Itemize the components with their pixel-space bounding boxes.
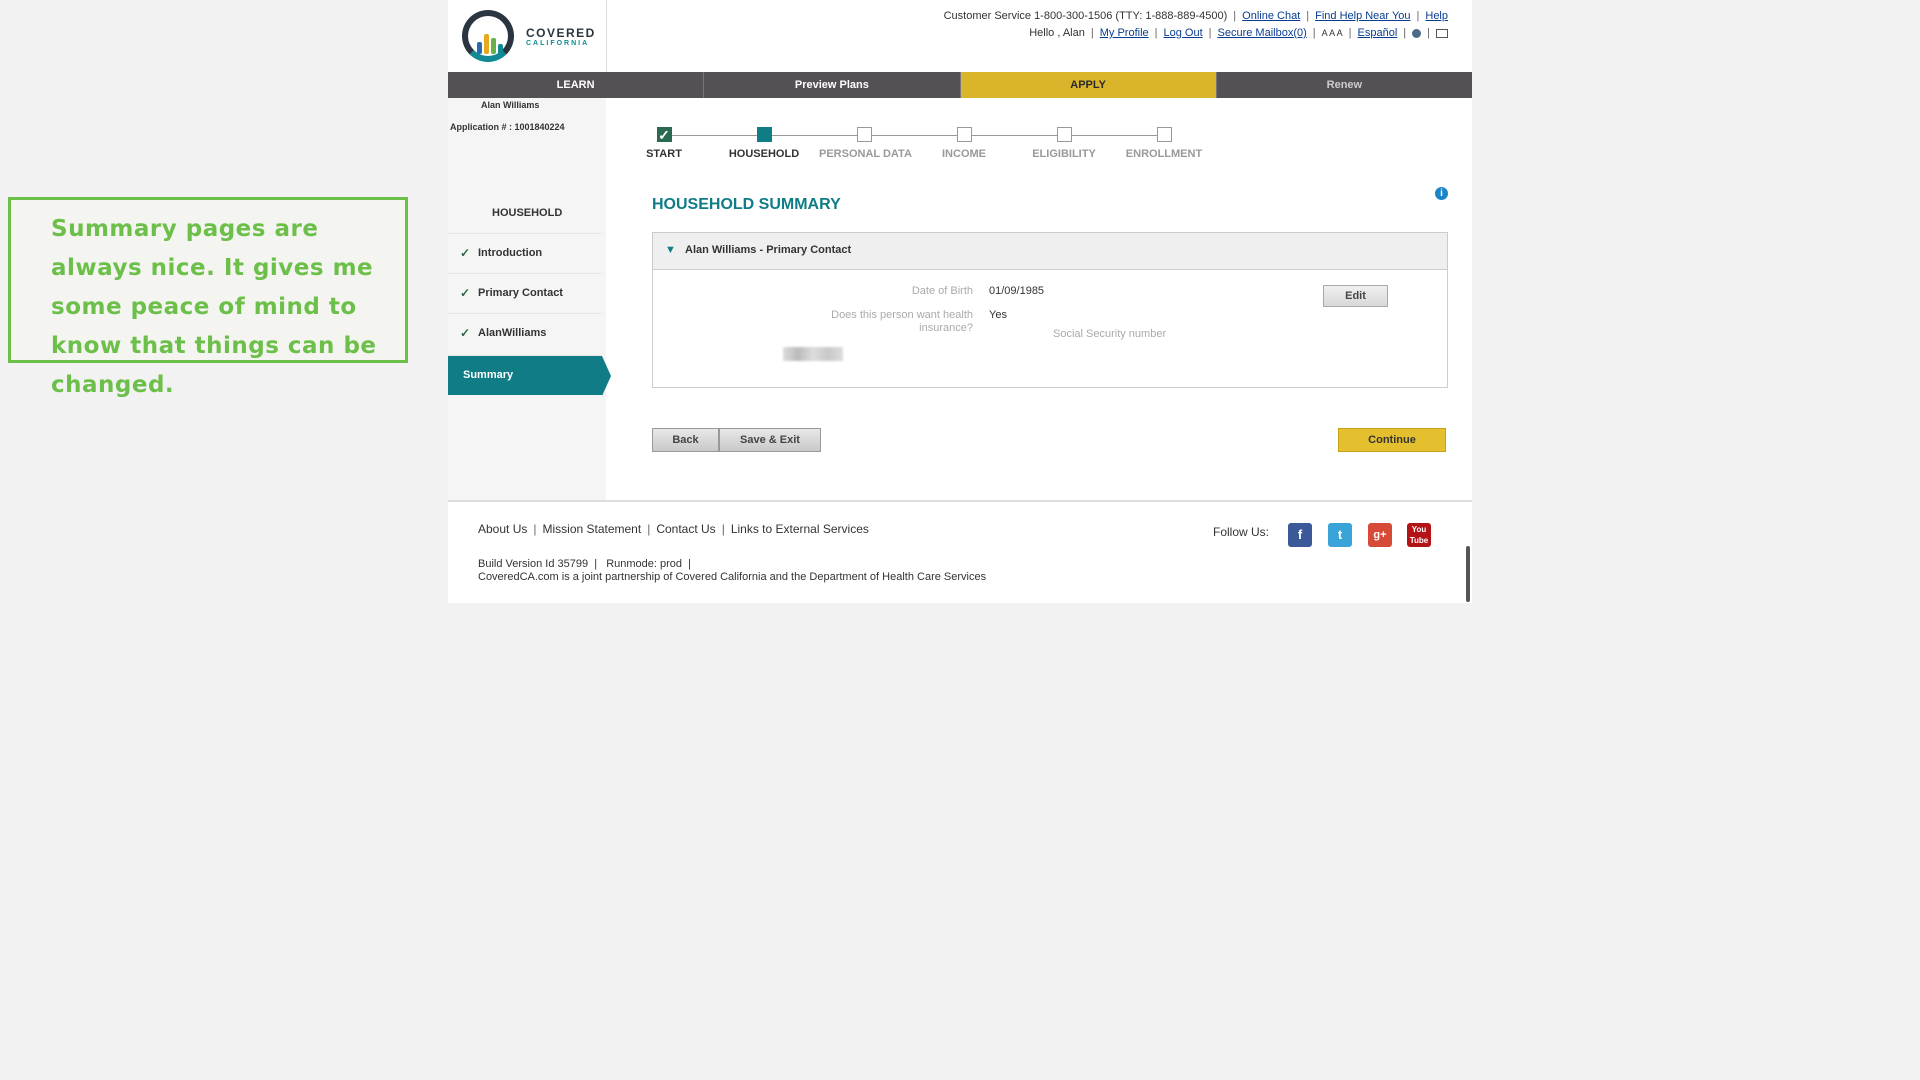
check-icon: ✓: [656, 127, 672, 143]
step-pending-box: [956, 127, 972, 142]
edit-button[interactable]: Edit: [1323, 285, 1388, 307]
page-title: HOUSEHOLD SUMMARY: [652, 196, 841, 213]
google-plus-icon[interactable]: g+: [1368, 523, 1392, 547]
primary-contact-panel: ▼ Alan Williams - Primary Contact Date o…: [652, 232, 1448, 388]
save-exit-button[interactable]: Save & Exit: [719, 428, 821, 452]
sidebar-item-summary[interactable]: Summary: [448, 355, 611, 396]
logo-text-california: CALIFORNIA: [526, 40, 590, 47]
sidebar-item-primary-contact[interactable]: ✓ Primary Contact: [448, 273, 602, 313]
annotation-note: Summary pages are always nice. It gives …: [8, 197, 408, 398]
nav-learn[interactable]: LEARN: [448, 72, 705, 98]
greeting-text: Hello , Alan: [1029, 27, 1085, 39]
step-current-box: [756, 127, 772, 142]
facebook-icon[interactable]: f: [1288, 523, 1312, 547]
nav-renew[interactable]: Renew: [1216, 72, 1472, 98]
chevron-down-icon: ▼: [665, 244, 676, 256]
follow-us-label: Follow Us:: [1213, 525, 1270, 539]
step-enrollment: ENROLLMENT: [1119, 127, 1209, 160]
sidebar-item-introduction[interactable]: ✓ Introduction: [448, 233, 602, 273]
about-us-link[interactable]: About Us: [478, 522, 527, 536]
online-chat-link[interactable]: Online Chat: [1242, 10, 1300, 22]
step-household: HOUSEHOLD: [719, 127, 809, 160]
sidebar-heading: HOUSEHOLD: [492, 207, 563, 219]
progress-tracker: ✓ START HOUSEHOLD PERSONAL DATA INCOME E…: [646, 127, 1250, 167]
panel-header[interactable]: ▼ Alan Williams - Primary Contact: [653, 233, 1447, 270]
external-services-link[interactable]: Links to External Services: [731, 522, 869, 536]
sidebar-item-label: Primary Contact: [478, 287, 563, 299]
partnership-text: CoveredCA.com is a joint partnership of …: [478, 571, 987, 583]
secure-mailbox-link[interactable]: Secure Mailbox(0): [1218, 27, 1307, 39]
step-start: ✓ START: [619, 127, 709, 160]
insurance-value: Yes: [989, 309, 1007, 321]
build-info: Build Version Id 35799 | Runmode: prod |…: [478, 558, 986, 584]
contact-us-link[interactable]: Contact Us: [656, 522, 715, 536]
ssn-value-redacted: [783, 347, 843, 361]
step-pending-box: [1156, 127, 1172, 142]
application-page: COVERED CALIFORNIA Customer Service 1-80…: [448, 0, 1472, 603]
step-pending-box: [1056, 127, 1072, 142]
sidebar-item-label: Introduction: [478, 247, 543, 259]
logo-text-covered: COVERED: [526, 26, 596, 40]
step-income: INCOME: [919, 127, 1009, 160]
sidebar-item-label: Summary: [463, 369, 514, 381]
find-help-link[interactable]: Find Help Near You: [1315, 10, 1410, 22]
applicant-name: Alan Williams: [481, 100, 540, 110]
step-personal-data: PERSONAL DATA: [819, 127, 912, 160]
globe-icon[interactable]: [1412, 28, 1422, 38]
help-link[interactable]: Help: [1425, 10, 1448, 22]
covered-california-logo[interactable]: COVERED CALIFORNIA: [448, 0, 607, 72]
step-label: INCOME: [942, 148, 986, 160]
step-label: ENROLLMENT: [1125, 148, 1203, 160]
step-pending-box: [856, 127, 872, 142]
step-label: START: [646, 148, 682, 160]
main-nav: LEARN Preview Plans APPLY Renew: [448, 72, 1472, 98]
continue-button[interactable]: Continue: [1338, 428, 1446, 452]
footer-links: About Us | Mission Statement | Contact Us | Li…: [478, 522, 869, 536]
logo-figures-icon: [477, 28, 503, 54]
build-version: Build Version Id 35799 | Runmode: prod |: [478, 558, 692, 570]
ssn-label: Social Security number: [1053, 328, 1167, 340]
info-icon[interactable]: i: [1435, 187, 1448, 200]
checkmark-icon: ✓: [460, 246, 471, 260]
scrollbar-thumb[interactable]: [1466, 546, 1470, 602]
espanol-link[interactable]: Español: [1358, 27, 1398, 39]
nav-preview-plans[interactable]: Preview Plans: [704, 72, 961, 98]
application-number: Application # : 1001840224: [450, 122, 565, 132]
my-profile-link[interactable]: My Profile: [1100, 27, 1149, 39]
text-size-control[interactable]: A A A: [1322, 28, 1343, 38]
insurance-label: Does this person want health insurance?: [831, 309, 973, 334]
dob-label: Date of Birth: [911, 285, 973, 297]
youtube-icon[interactable]: You Tube: [1407, 523, 1431, 547]
utility-bar: Customer Service 1-800-300-1506 (TTY: 1-…: [943, 10, 1448, 39]
step-label: HOUSEHOLD: [728, 148, 800, 160]
log-out-link[interactable]: Log Out: [1164, 27, 1203, 39]
footer: About Us | Mission Statement | Contact Us | Li…: [448, 500, 1472, 603]
sidebar-item-alanwilliams[interactable]: ✓ AlanWilliams: [448, 313, 602, 353]
nav-apply[interactable]: APPLY: [960, 72, 1217, 98]
sidebar-item-label: AlanWilliams: [478, 327, 547, 339]
dob-value: 01/09/1985: [989, 285, 1045, 297]
checkmark-icon: ✓: [460, 326, 471, 340]
annotation-text: Summary pages are always nice. It gives …: [51, 216, 377, 398]
back-button[interactable]: Back: [652, 428, 719, 452]
panel-title: Alan Williams - Primary Contact: [685, 244, 852, 256]
customer-service-text: Customer Service 1-800-300-1506 (TTY: 1-…: [943, 10, 1228, 22]
sidebar: Alan Williams Application # : 1001840224…: [448, 98, 611, 500]
mission-statement-link[interactable]: Mission Statement: [542, 522, 641, 536]
step-label: PERSONAL DATA: [819, 148, 912, 160]
checkmark-icon: ✓: [460, 286, 471, 300]
print-icon[interactable]: [1436, 28, 1448, 38]
step-eligibility: ELIGIBILITY: [1019, 127, 1109, 160]
twitter-icon[interactable]: t: [1328, 523, 1352, 547]
step-label: ELIGIBILITY: [1032, 148, 1096, 160]
